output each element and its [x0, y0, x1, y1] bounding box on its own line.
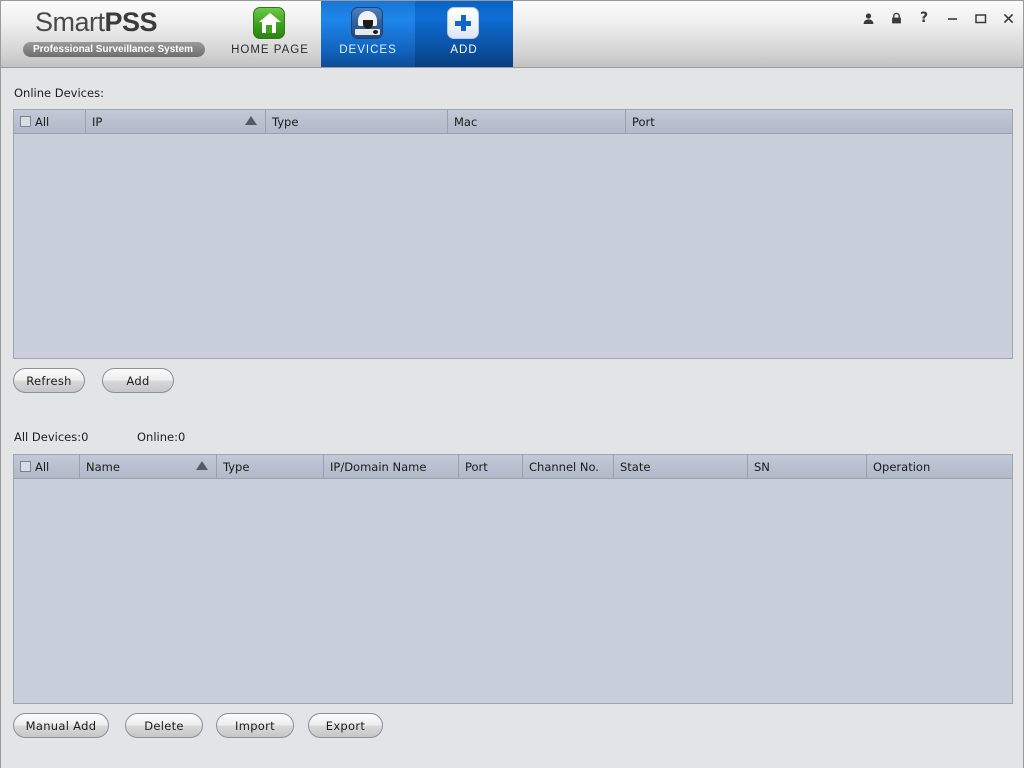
- online-col-port[interactable]: Port: [626, 110, 1012, 133]
- device-col-channel-no-label: Channel No.: [529, 459, 599, 474]
- device-col-sn-label: SN: [754, 459, 770, 474]
- user-icon[interactable]: [861, 11, 875, 25]
- online-col-type-label: Type: [272, 114, 299, 129]
- online-col-all-label: All: [35, 114, 50, 129]
- device-col-port[interactable]: Port: [459, 455, 523, 478]
- online-col-mac-label: Mac: [454, 114, 478, 129]
- help-icon[interactable]: ?: [917, 11, 931, 25]
- device-col-operation-label: Operation: [873, 459, 931, 474]
- minimize-icon[interactable]: [945, 11, 959, 25]
- add-button[interactable]: Add: [102, 368, 174, 393]
- device-col-ip-domain-label: IP/Domain Name: [330, 459, 427, 474]
- title-bar: SmartPSS Professional Surveillance Syste…: [1, 1, 1023, 68]
- online-col-mac[interactable]: Mac: [448, 110, 626, 133]
- tab-add[interactable]: ADD: [415, 1, 513, 67]
- device-col-type[interactable]: Type: [217, 455, 324, 478]
- tab-home-page[interactable]: HOME PAGE: [219, 1, 321, 67]
- window-controls: ?: [861, 11, 1015, 25]
- online-devices-label: Online Devices:: [14, 86, 104, 100]
- all-devices-grid: All Name Type IP/Domain Name Port Channe…: [13, 454, 1013, 704]
- device-col-channel-no[interactable]: Channel No.: [523, 455, 614, 478]
- camera-icon: [351, 7, 385, 41]
- tab-home-page-label: HOME PAGE: [231, 44, 309, 56]
- refresh-button[interactable]: Refresh: [13, 368, 85, 393]
- delete-button[interactable]: Delete: [125, 713, 203, 738]
- device-col-operation[interactable]: Operation: [867, 455, 1012, 478]
- all-devices-header-row: All Name Type IP/Domain Name Port Channe…: [14, 455, 1012, 479]
- online-devices-rows: [14, 134, 1012, 358]
- online-devices-grid: All IP Type Mac Port: [13, 109, 1013, 359]
- sort-ascending-icon: [196, 461, 208, 470]
- export-button[interactable]: Export: [308, 713, 383, 738]
- device-col-state[interactable]: State: [614, 455, 748, 478]
- sort-ascending-icon: [245, 116, 257, 125]
- logo-text-light: Smart: [35, 7, 105, 37]
- tab-add-label: ADD: [450, 44, 478, 56]
- logo-wordmark: SmartPSS: [23, 7, 223, 37]
- all-devices-count: All Devices:0: [14, 430, 89, 444]
- device-col-state-label: State: [620, 459, 651, 474]
- tab-devices[interactable]: DEVICES: [321, 1, 415, 67]
- device-col-all[interactable]: All: [14, 455, 80, 478]
- device-col-sn[interactable]: SN: [748, 455, 867, 478]
- plus-icon: [447, 7, 481, 41]
- online-col-ip[interactable]: IP: [86, 110, 266, 133]
- online-col-all[interactable]: All: [14, 110, 86, 133]
- device-col-name-label: Name: [86, 459, 120, 474]
- device-col-port-label: Port: [465, 459, 488, 474]
- maximize-icon[interactable]: [973, 11, 987, 25]
- lock-icon[interactable]: [889, 11, 903, 25]
- all-devices-rows: [14, 479, 1012, 703]
- tab-devices-label: DEVICES: [339, 44, 397, 56]
- device-col-ip-domain[interactable]: IP/Domain Name: [324, 455, 459, 478]
- import-button[interactable]: Import: [216, 713, 294, 738]
- online-devices-header-row: All IP Type Mac Port: [14, 110, 1012, 134]
- online-col-ip-label: IP: [92, 114, 103, 129]
- online-count: Online:0: [137, 430, 186, 444]
- devices-select-all-checkbox[interactable]: [20, 461, 31, 472]
- device-col-type-label: Type: [223, 459, 250, 474]
- manual-add-button[interactable]: Manual Add: [13, 713, 109, 738]
- home-icon: [253, 7, 287, 41]
- logo-text-bold: PSS: [104, 7, 158, 37]
- logo-tagline: Professional Surveillance System: [23, 42, 206, 57]
- devices-page: Online Devices: All IP Type Mac Port Ref…: [1, 68, 1023, 768]
- close-icon[interactable]: [1001, 11, 1015, 25]
- app-logo: SmartPSS Professional Surveillance Syste…: [23, 7, 223, 59]
- main-tab-bar: HOME PAGE DEVICES ADD: [219, 1, 513, 67]
- online-col-type[interactable]: Type: [266, 110, 448, 133]
- online-col-port-label: Port: [632, 114, 655, 129]
- smartpss-window: SmartPSS Professional Surveillance Syste…: [0, 0, 1024, 768]
- online-select-all-checkbox[interactable]: [20, 116, 31, 127]
- device-col-name[interactable]: Name: [80, 455, 217, 478]
- device-col-all-label: All: [35, 459, 50, 474]
